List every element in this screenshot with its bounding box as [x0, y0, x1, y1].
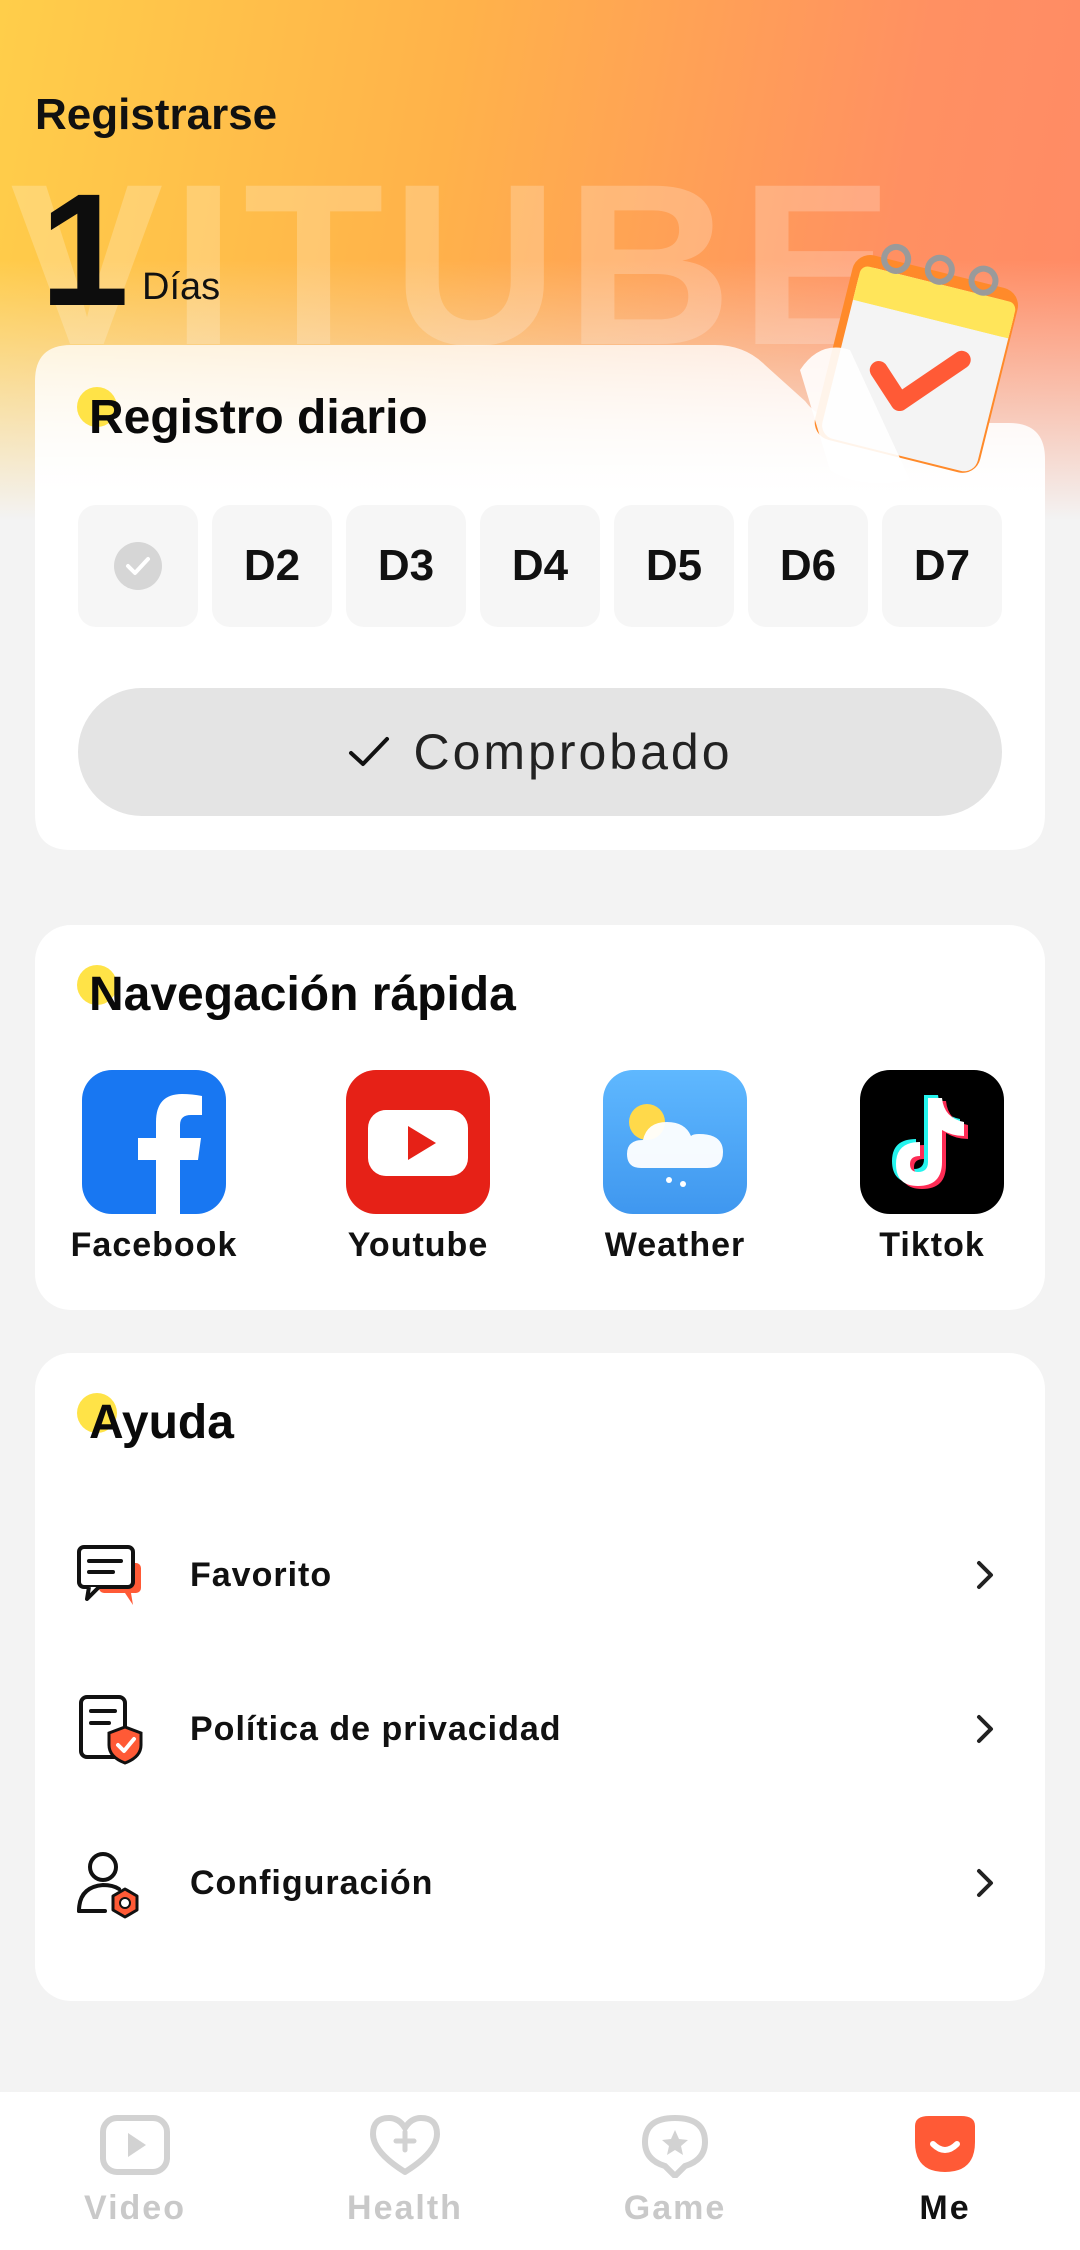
nav-tab-video[interactable]: Video [35, 2112, 235, 2228]
day-cell-7[interactable]: D7 [882, 505, 1002, 627]
help-item-label: Política de privacidad [190, 1709, 562, 1748]
app-label: Youtube [347, 1226, 489, 1264]
tiktok-icon [860, 1070, 1004, 1214]
chevron-right-icon [977, 1869, 993, 1897]
app-label: Facebook [70, 1226, 238, 1264]
day-cell-3[interactable]: D3 [346, 505, 466, 627]
nav-label: Game [623, 2189, 727, 2227]
help-item-label: Favorito [190, 1555, 333, 1594]
calendar-illustration-icon [800, 243, 1018, 484]
nav-label: Video [84, 2189, 186, 2227]
privacy-shield-icon [79, 1695, 143, 1765]
youtube-icon [346, 1070, 490, 1214]
app-label: Tiktok [879, 1226, 985, 1264]
app-facebook[interactable]: Facebook [54, 1070, 254, 1265]
help-title: Ayuda [89, 1396, 234, 1449]
day-cell-6[interactable]: D6 [748, 505, 868, 627]
help-item-favorites[interactable]: Favorito [35, 1515, 1045, 1635]
profile-icon [915, 2116, 975, 2172]
nav-tab-health[interactable]: Health [305, 2112, 505, 2228]
heart-plus-icon [370, 2115, 440, 2175]
nav-tab-game[interactable]: Game [575, 2112, 775, 2228]
help-item-privacy[interactable]: Política de privacidad [35, 1669, 1045, 1789]
day-checked-icon [114, 542, 162, 590]
quick-nav-card: Navegación rápida Facebook Youtube Weath… [35, 925, 1045, 1310]
help-item-label: Configuración [190, 1863, 434, 1902]
checkin-days-count: 1 [40, 160, 129, 339]
chat-bubbles-icon [77, 1545, 141, 1605]
bottom-nav-bar: Video Health Game Me [0, 2092, 1080, 2250]
app-youtube[interactable]: Youtube [318, 1070, 518, 1265]
chevron-right-icon [977, 1715, 993, 1743]
checkmark-icon [349, 737, 390, 766]
help-item-settings[interactable]: Configuración [35, 1823, 1045, 1943]
checkin-days-unit: Días [142, 266, 221, 308]
nav-label: Health [347, 2189, 463, 2227]
checked-in-label: Comprobado [413, 724, 733, 780]
help-card: Ayuda Favorito Política de privacidad Co… [35, 1353, 1045, 2001]
app-tiktok[interactable]: Tiktok [832, 1070, 1032, 1265]
page-title: Registrarse [35, 90, 278, 139]
quick-nav-title: Navegación rápida [89, 968, 516, 1021]
checkin-day-row: D2 D3 D4 D5 D6 D7 [78, 505, 1042, 627]
chevron-right-icon [977, 1561, 993, 1589]
nav-tab-me[interactable]: Me [845, 2112, 1045, 2228]
app-label: Weather [604, 1226, 746, 1264]
nav-label: Me [919, 2189, 971, 2227]
day-cell-4[interactable]: D4 [480, 505, 600, 627]
facebook-icon [82, 1070, 226, 1214]
daily-checkin-title: Registro diario [89, 391, 428, 444]
video-play-icon [100, 2115, 170, 2175]
star-badge-icon [642, 2115, 708, 2179]
day-cell-2[interactable]: D2 [212, 505, 332, 627]
checked-in-button[interactable]: Comprobado [78, 688, 1002, 816]
user-settings-icon [77, 1852, 139, 1919]
day-cell-1[interactable] [78, 505, 198, 627]
app-weather[interactable]: Weather [575, 1070, 775, 1265]
weather-icon [603, 1070, 747, 1214]
day-cell-5[interactable]: D5 [614, 505, 734, 627]
